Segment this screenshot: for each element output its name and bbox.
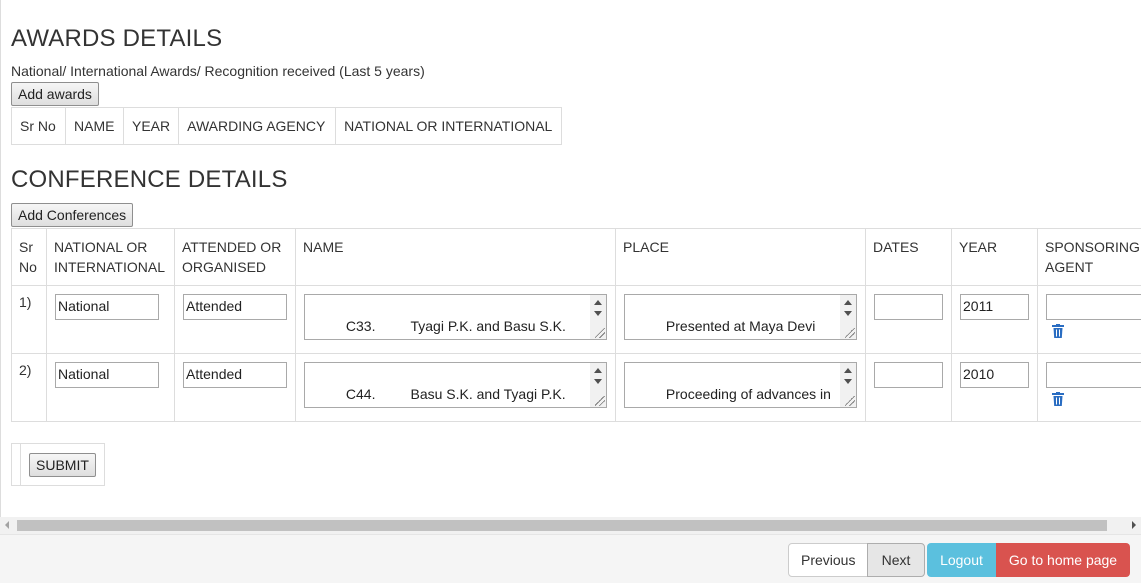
- horizontal-scrollbar[interactable]: [0, 517, 1141, 534]
- awards-description: National/ International Awards/ Recognit…: [11, 63, 425, 79]
- place-text: Presented at Maya Devi Educational found…: [627, 318, 819, 340]
- conf-col-agent: SPONSORING AGENT: [1038, 229, 1141, 286]
- logout-button[interactable]: Logout: [927, 543, 996, 577]
- year-input[interactable]: 2011: [960, 294, 1029, 320]
- awards-section-title: AWARDS DETAILS: [11, 25, 222, 53]
- resize-handle-icon[interactable]: [845, 328, 855, 338]
- resize-handle-icon[interactable]: [595, 396, 605, 406]
- row-dates-cell: [866, 286, 952, 354]
- conf-col-year: YEAR: [952, 229, 1038, 286]
- awards-col-national: NATIONAL OR INTERNATIONAL: [336, 108, 562, 145]
- conf-col-mode: ATTENDED OR ORGANISED: [175, 229, 296, 286]
- row-place-cell: Presented at Maya Devi Educational found…: [616, 286, 866, 354]
- place-textarea[interactable]: Proceeding of advances in mechanical eng…: [624, 362, 857, 408]
- home-page-button[interactable]: Go to home page: [996, 543, 1130, 577]
- submit-button[interactable]: SUBMIT: [29, 453, 96, 477]
- name-textarea[interactable]: C33. Tyagi P.K. and Basu S.K. (2011). Oc…: [304, 294, 607, 340]
- sponsoring-agent-input[interactable]: [1046, 362, 1141, 388]
- scroll-up-icon[interactable]: [844, 368, 852, 373]
- scroll-up-icon[interactable]: [594, 368, 602, 373]
- type-input[interactable]: National: [55, 362, 159, 388]
- resize-handle-icon[interactable]: [595, 328, 605, 338]
- next-button[interactable]: Next: [867, 543, 925, 577]
- name-text: C44. Basu S.K. and Tyagi P.K. (2010).Wat…: [307, 386, 584, 408]
- row-mode-cell: Attended: [175, 286, 296, 354]
- add-awards-button[interactable]: Add awards: [11, 82, 99, 106]
- scroll-right-icon[interactable]: [1132, 521, 1136, 529]
- trash-icon[interactable]: [1052, 324, 1064, 338]
- scroll-up-icon[interactable]: [594, 300, 602, 305]
- place-text: Proceeding of advances in mechanical eng…: [627, 386, 835, 408]
- previous-button[interactable]: Previous: [788, 543, 868, 577]
- row-agent-cell: [1038, 354, 1141, 422]
- pagination: Previous Next: [788, 543, 925, 577]
- add-conferences-button[interactable]: Add Conferences: [11, 203, 133, 227]
- year-input[interactable]: 2010: [960, 362, 1029, 388]
- row-type-cell: National: [47, 286, 175, 354]
- awards-col-agency: AWARDING AGENCY: [179, 108, 336, 145]
- awards-table: Sr No NAME YEAR AWARDING AGENCY NATIONAL…: [11, 107, 562, 145]
- dates-input[interactable]: [874, 362, 943, 388]
- place-textarea[interactable]: Presented at Maya Devi Educational found…: [624, 294, 857, 340]
- scroll-down-icon[interactable]: [844, 379, 852, 384]
- submit-row: SUBMIT: [12, 444, 105, 486]
- conference-header-row: Sr No NATIONAL OR INTERNATIONAL ATTENDED…: [12, 229, 1141, 286]
- awards-col-sr: Sr No: [12, 108, 66, 145]
- row-dates-cell: [866, 354, 952, 422]
- conf-col-place: PLACE: [616, 229, 866, 286]
- row-sr: 2): [12, 354, 47, 422]
- scrollbar-thumb[interactable]: [17, 520, 1107, 531]
- page-border: [0, 0, 1, 520]
- dates-input[interactable]: [874, 294, 943, 320]
- conference-table: Sr No NATIONAL OR INTERNATIONAL ATTENDED…: [11, 228, 1141, 422]
- scroll-down-icon[interactable]: [594, 311, 602, 316]
- submit-spacer-cell: [12, 444, 21, 486]
- row-name-cell: C44. Basu S.K. and Tyagi P.K. (2010).Wat…: [296, 354, 616, 422]
- resize-handle-icon[interactable]: [845, 396, 855, 406]
- conf-col-name: NAME: [296, 229, 616, 286]
- scroll-down-icon[interactable]: [844, 311, 852, 316]
- conf-col-dates: DATES: [866, 229, 952, 286]
- name-textarea[interactable]: C44. Basu S.K. and Tyagi P.K. (2010).Wat…: [304, 362, 607, 408]
- submit-table: SUBMIT: [11, 443, 105, 486]
- scroll-down-icon[interactable]: [594, 379, 602, 384]
- awards-header-row: Sr No NAME YEAR AWARDING AGENCY NATIONAL…: [12, 108, 562, 145]
- mode-input[interactable]: Attended: [183, 294, 287, 320]
- row-agent-cell: [1038, 286, 1141, 354]
- row-name-cell: C33. Tyagi P.K. and Basu S.K. (2011). Oc…: [296, 286, 616, 354]
- mode-input[interactable]: Attended: [183, 362, 287, 388]
- row-place-cell: Proceeding of advances in mechanical eng…: [616, 354, 866, 422]
- row-year-cell: 2010: [952, 354, 1038, 422]
- awards-col-name: NAME: [66, 108, 124, 145]
- scroll-up-icon[interactable]: [844, 300, 852, 305]
- name-text: C33. Tyagi P.K. and Basu S.K. (2011). Oc…: [307, 318, 581, 340]
- row-mode-cell: Attended: [175, 354, 296, 422]
- row-sr: 1): [12, 286, 47, 354]
- row-year-cell: 2011: [952, 286, 1038, 354]
- conf-col-sr: Sr No: [12, 229, 47, 286]
- row-type-cell: National: [47, 354, 175, 422]
- trash-icon[interactable]: [1052, 392, 1064, 406]
- table-row: 1) National Attended C33. Tyagi P.K. and…: [12, 286, 1141, 354]
- conf-col-type: NATIONAL OR INTERNATIONAL: [47, 229, 175, 286]
- awards-col-year: YEAR: [124, 108, 179, 145]
- table-row: 2) National Attended C44. Basu S.K. and …: [12, 354, 1141, 422]
- sponsoring-agent-input[interactable]: [1046, 294, 1141, 320]
- submit-cell: SUBMIT: [21, 444, 105, 486]
- scroll-left-icon[interactable]: [5, 521, 9, 529]
- type-input[interactable]: National: [55, 294, 159, 320]
- conference-section-title: CONFERENCE DETAILS: [11, 166, 288, 194]
